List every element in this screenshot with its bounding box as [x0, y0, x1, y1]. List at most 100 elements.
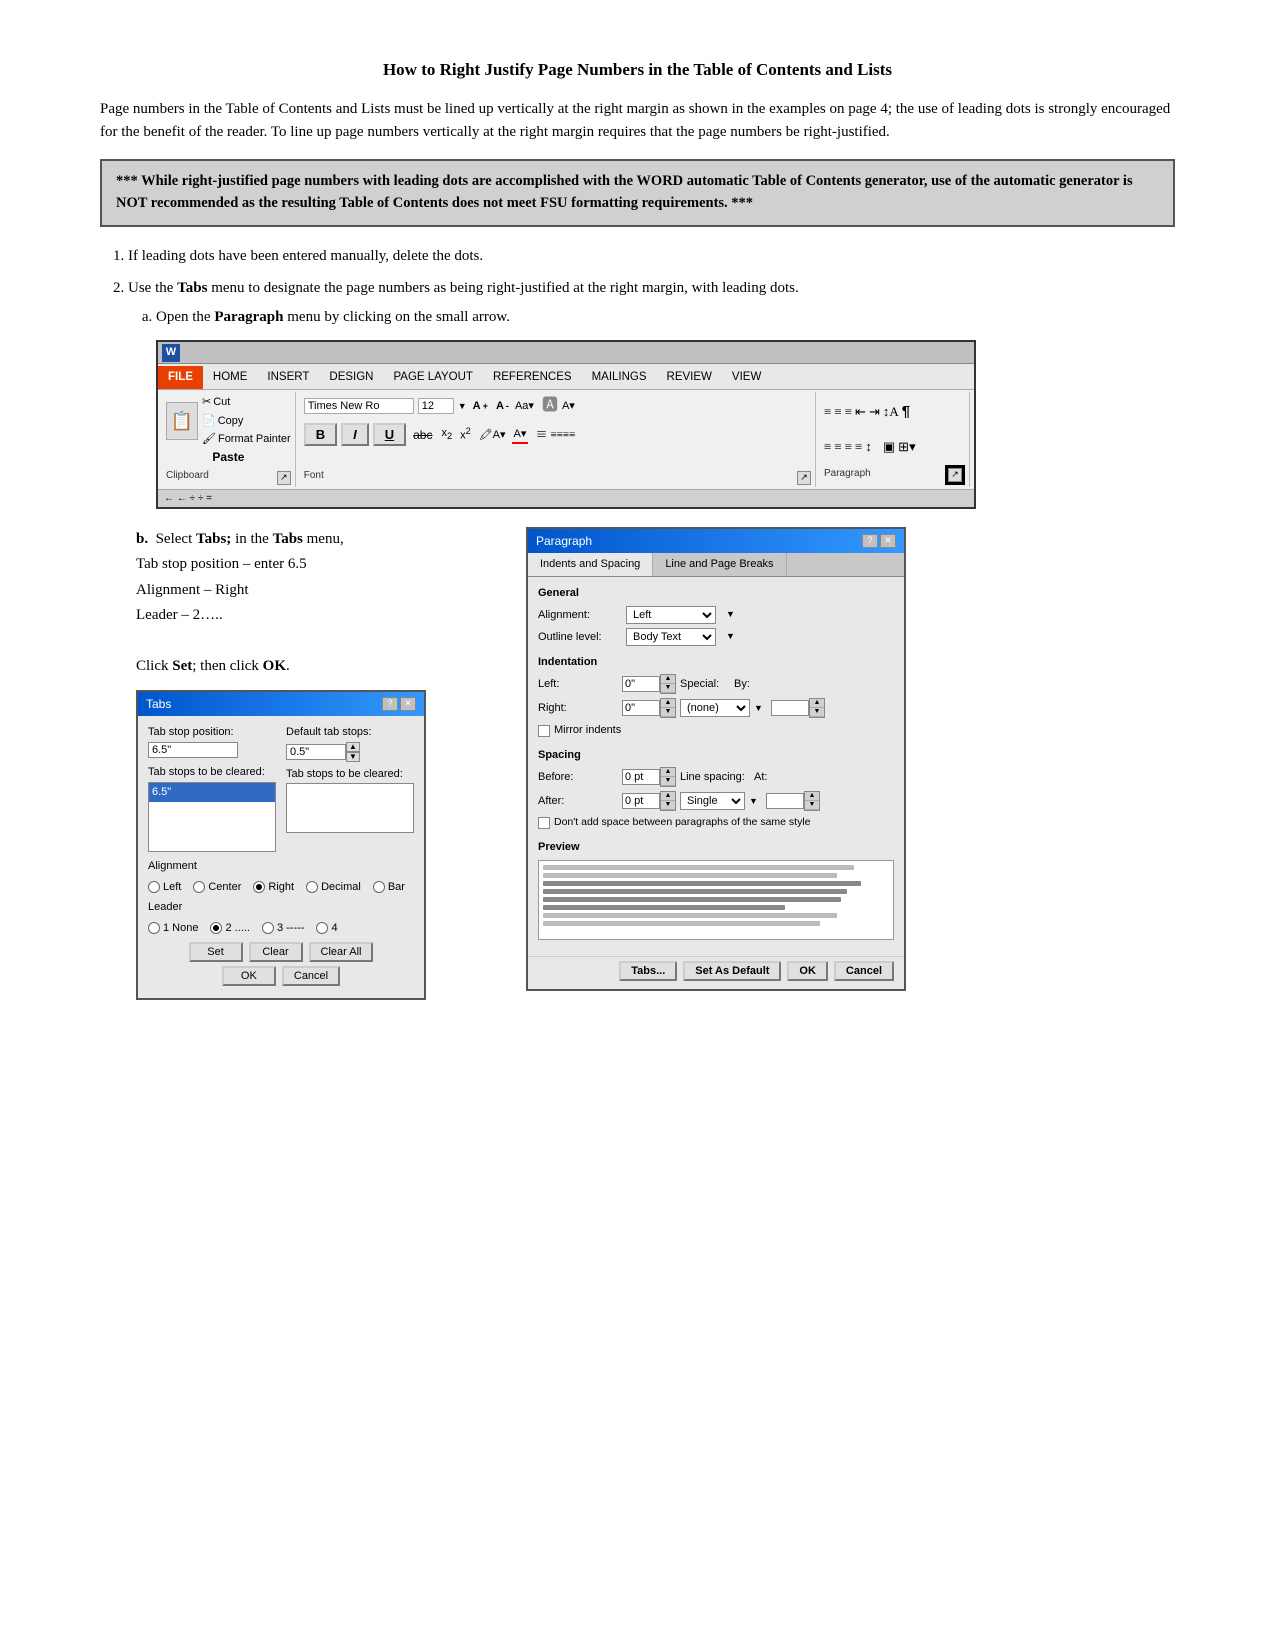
aa-btn[interactable]: Aa▾ — [515, 398, 534, 415]
para-set-default-btn[interactable]: Set As Default — [683, 961, 781, 981]
before-spin-down[interactable]: ▼ — [661, 777, 675, 786]
para-dialog-help-btn[interactable]: ? — [862, 534, 878, 548]
para-cancel-btn[interactable]: Cancel — [834, 961, 894, 981]
right-spin-down[interactable]: ▼ — [661, 708, 675, 717]
listbox-item-1[interactable]: 6.5" — [149, 783, 275, 802]
font-grow-btn[interactable]: A+ — [471, 399, 490, 413]
borders-btn[interactable]: ⊞▾ — [898, 437, 915, 457]
underline-btn[interactable]: U — [373, 423, 406, 446]
para-before-row: Before: ▲ ▼ Line spac — [538, 767, 894, 787]
font-size-input[interactable] — [418, 398, 454, 414]
tabs-dialog-help-btn[interactable]: ? — [382, 697, 398, 711]
default-tab-input[interactable] — [286, 744, 346, 760]
indent-decrease-btn[interactable]: ⇤ — [855, 402, 866, 422]
superscript-btn[interactable]: x2 — [458, 425, 473, 444]
before-spinbox: ▲ ▼ — [622, 767, 676, 787]
tab-insert[interactable]: INSERT — [257, 366, 319, 389]
align-bar-radio[interactable]: Bar — [373, 879, 405, 896]
paragraph-expand-highlighted[interactable]: ↗ — [945, 465, 965, 485]
by-spin-down[interactable]: ▼ — [810, 708, 824, 717]
font-expand-btn[interactable]: ↗ — [797, 471, 811, 485]
numbered-btn[interactable]: ≡ — [834, 402, 841, 422]
clear-btn[interactable]: Clear — [249, 942, 303, 962]
paragraph-group: ≡ ≡ ≡ ⇤ ⇥ ↕A ¶ ≡ ≡ ≡ — [820, 392, 970, 487]
align-right-radio[interactable]: Right — [253, 879, 294, 896]
tab-review[interactable]: REVIEW — [657, 366, 722, 389]
after-input[interactable] — [622, 793, 660, 809]
subscript-btn[interactable]: x2 — [439, 425, 454, 444]
align-right-btn[interactable]: ≡ — [845, 437, 852, 457]
leader-3-radio[interactable]: 3 ----- — [262, 920, 305, 937]
paragraph-expand-btn[interactable]: ↗ — [948, 468, 962, 482]
spinbox-down[interactable]: ▼ — [346, 752, 360, 762]
shading-btn[interactable]: ▣ — [883, 437, 895, 457]
at-spin-down[interactable]: ▼ — [805, 801, 819, 810]
text-effects-icon[interactable]: A▾ — [562, 398, 575, 415]
bullets-btn[interactable]: ≡ — [824, 402, 831, 422]
font-size-dropdown[interactable]: ▼ — [458, 400, 467, 414]
align-left-radio[interactable]: Left — [148, 879, 181, 896]
preview-line-2 — [543, 873, 837, 878]
sort-btn[interactable]: ↕A — [883, 402, 899, 422]
tabs-btn-row2: OK Cancel — [148, 966, 414, 986]
font-name-input[interactable] — [304, 398, 414, 414]
tabs-dialog-body: Tab stop position: Tab stops to be clear… — [138, 716, 424, 998]
leader-2-radio[interactable]: 2 ..... — [210, 920, 249, 937]
tab-design[interactable]: DESIGN — [319, 366, 383, 389]
tab-references[interactable]: REFERENCES — [483, 366, 582, 389]
justify-btn[interactable]: ≡ — [855, 437, 862, 457]
tab-mailings[interactable]: MAILINGS — [582, 366, 657, 389]
para-dialog-close-btn[interactable]: ✕ — [880, 534, 896, 548]
tab-view[interactable]: VIEW — [722, 366, 771, 389]
tab-stop-input[interactable] — [148, 742, 238, 758]
tabs-dialog-close-btn[interactable]: ✕ — [400, 697, 416, 711]
alignment-select[interactable]: Left — [626, 606, 716, 624]
clear-listbox[interactable] — [286, 783, 414, 833]
tab-stop-listbox[interactable]: 6.5" — [148, 782, 276, 852]
para-ok-btn[interactable]: OK — [787, 961, 828, 981]
by-input[interactable] — [771, 700, 809, 716]
left-input[interactable] — [622, 676, 660, 692]
leader-1-radio[interactable]: 1 None — [148, 920, 198, 937]
leader-4-radio[interactable]: 4 — [316, 920, 337, 937]
tabs-ok-btn[interactable]: OK — [222, 966, 276, 986]
align-center-btn[interactable]: ≡ — [834, 437, 841, 457]
italic-btn[interactable]: I — [341, 423, 369, 446]
clear-all-btn[interactable]: Clear All — [309, 942, 374, 962]
bold-btn[interactable]: B — [304, 423, 337, 446]
alignment-section-label: Alignment — [148, 858, 414, 875]
special-select[interactable]: (none) — [680, 699, 750, 717]
align-decimal-radio[interactable]: Decimal — [306, 879, 361, 896]
copy-label[interactable]: Copy — [218, 413, 244, 430]
para-tab-breaks[interactable]: Line and Page Breaks — [653, 553, 786, 577]
line-spacing-btn[interactable]: ↕ — [865, 437, 872, 457]
at-input[interactable] — [766, 793, 804, 809]
outline-select[interactable]: Body Text — [626, 628, 716, 646]
tab-home[interactable]: HOME — [203, 366, 258, 389]
multilevel-btn[interactable]: ≡ — [845, 402, 852, 422]
para-tab-indents[interactable]: Indents and Spacing — [528, 553, 653, 577]
before-input[interactable] — [622, 769, 660, 785]
left-spin-down[interactable]: ▼ — [661, 684, 675, 693]
right-input[interactable] — [622, 700, 660, 716]
set-btn[interactable]: Set — [189, 942, 243, 962]
mirror-checkbox[interactable] — [538, 725, 550, 737]
align-center-radio[interactable]: Center — [193, 879, 241, 896]
align-left-btn[interactable]: ≡ — [824, 437, 831, 457]
tabs-cancel-btn[interactable]: Cancel — [282, 966, 340, 986]
indent-increase-btn[interactable]: ⇥ — [869, 402, 880, 422]
tab-file[interactable]: FILE — [158, 366, 203, 389]
font-color-btn[interactable]: A▾ — [512, 426, 529, 445]
line-spacing-select[interactable]: Single — [680, 792, 745, 810]
show-formatting-btn[interactable]: ¶ — [902, 401, 910, 424]
after-spin-down[interactable]: ▼ — [661, 801, 675, 810]
dont-add-checkbox[interactable] — [538, 817, 550, 829]
clear-format-icon[interactable]: 🅰 — [542, 394, 558, 418]
strikethrough-btn[interactable]: abc — [410, 426, 435, 444]
para-tabs-btn[interactable]: Tabs... — [619, 961, 677, 981]
font-expand-icon[interactable]: ≡ — [536, 421, 546, 448]
font-shrink-btn[interactable]: A- — [494, 399, 511, 413]
text-highlight-btn[interactable]: 🖍A▾ — [477, 427, 508, 444]
tab-page-layout[interactable]: PAGE LAYOUT — [383, 366, 482, 389]
clipboard-expand-icon[interactable]: ↗ — [277, 471, 291, 485]
